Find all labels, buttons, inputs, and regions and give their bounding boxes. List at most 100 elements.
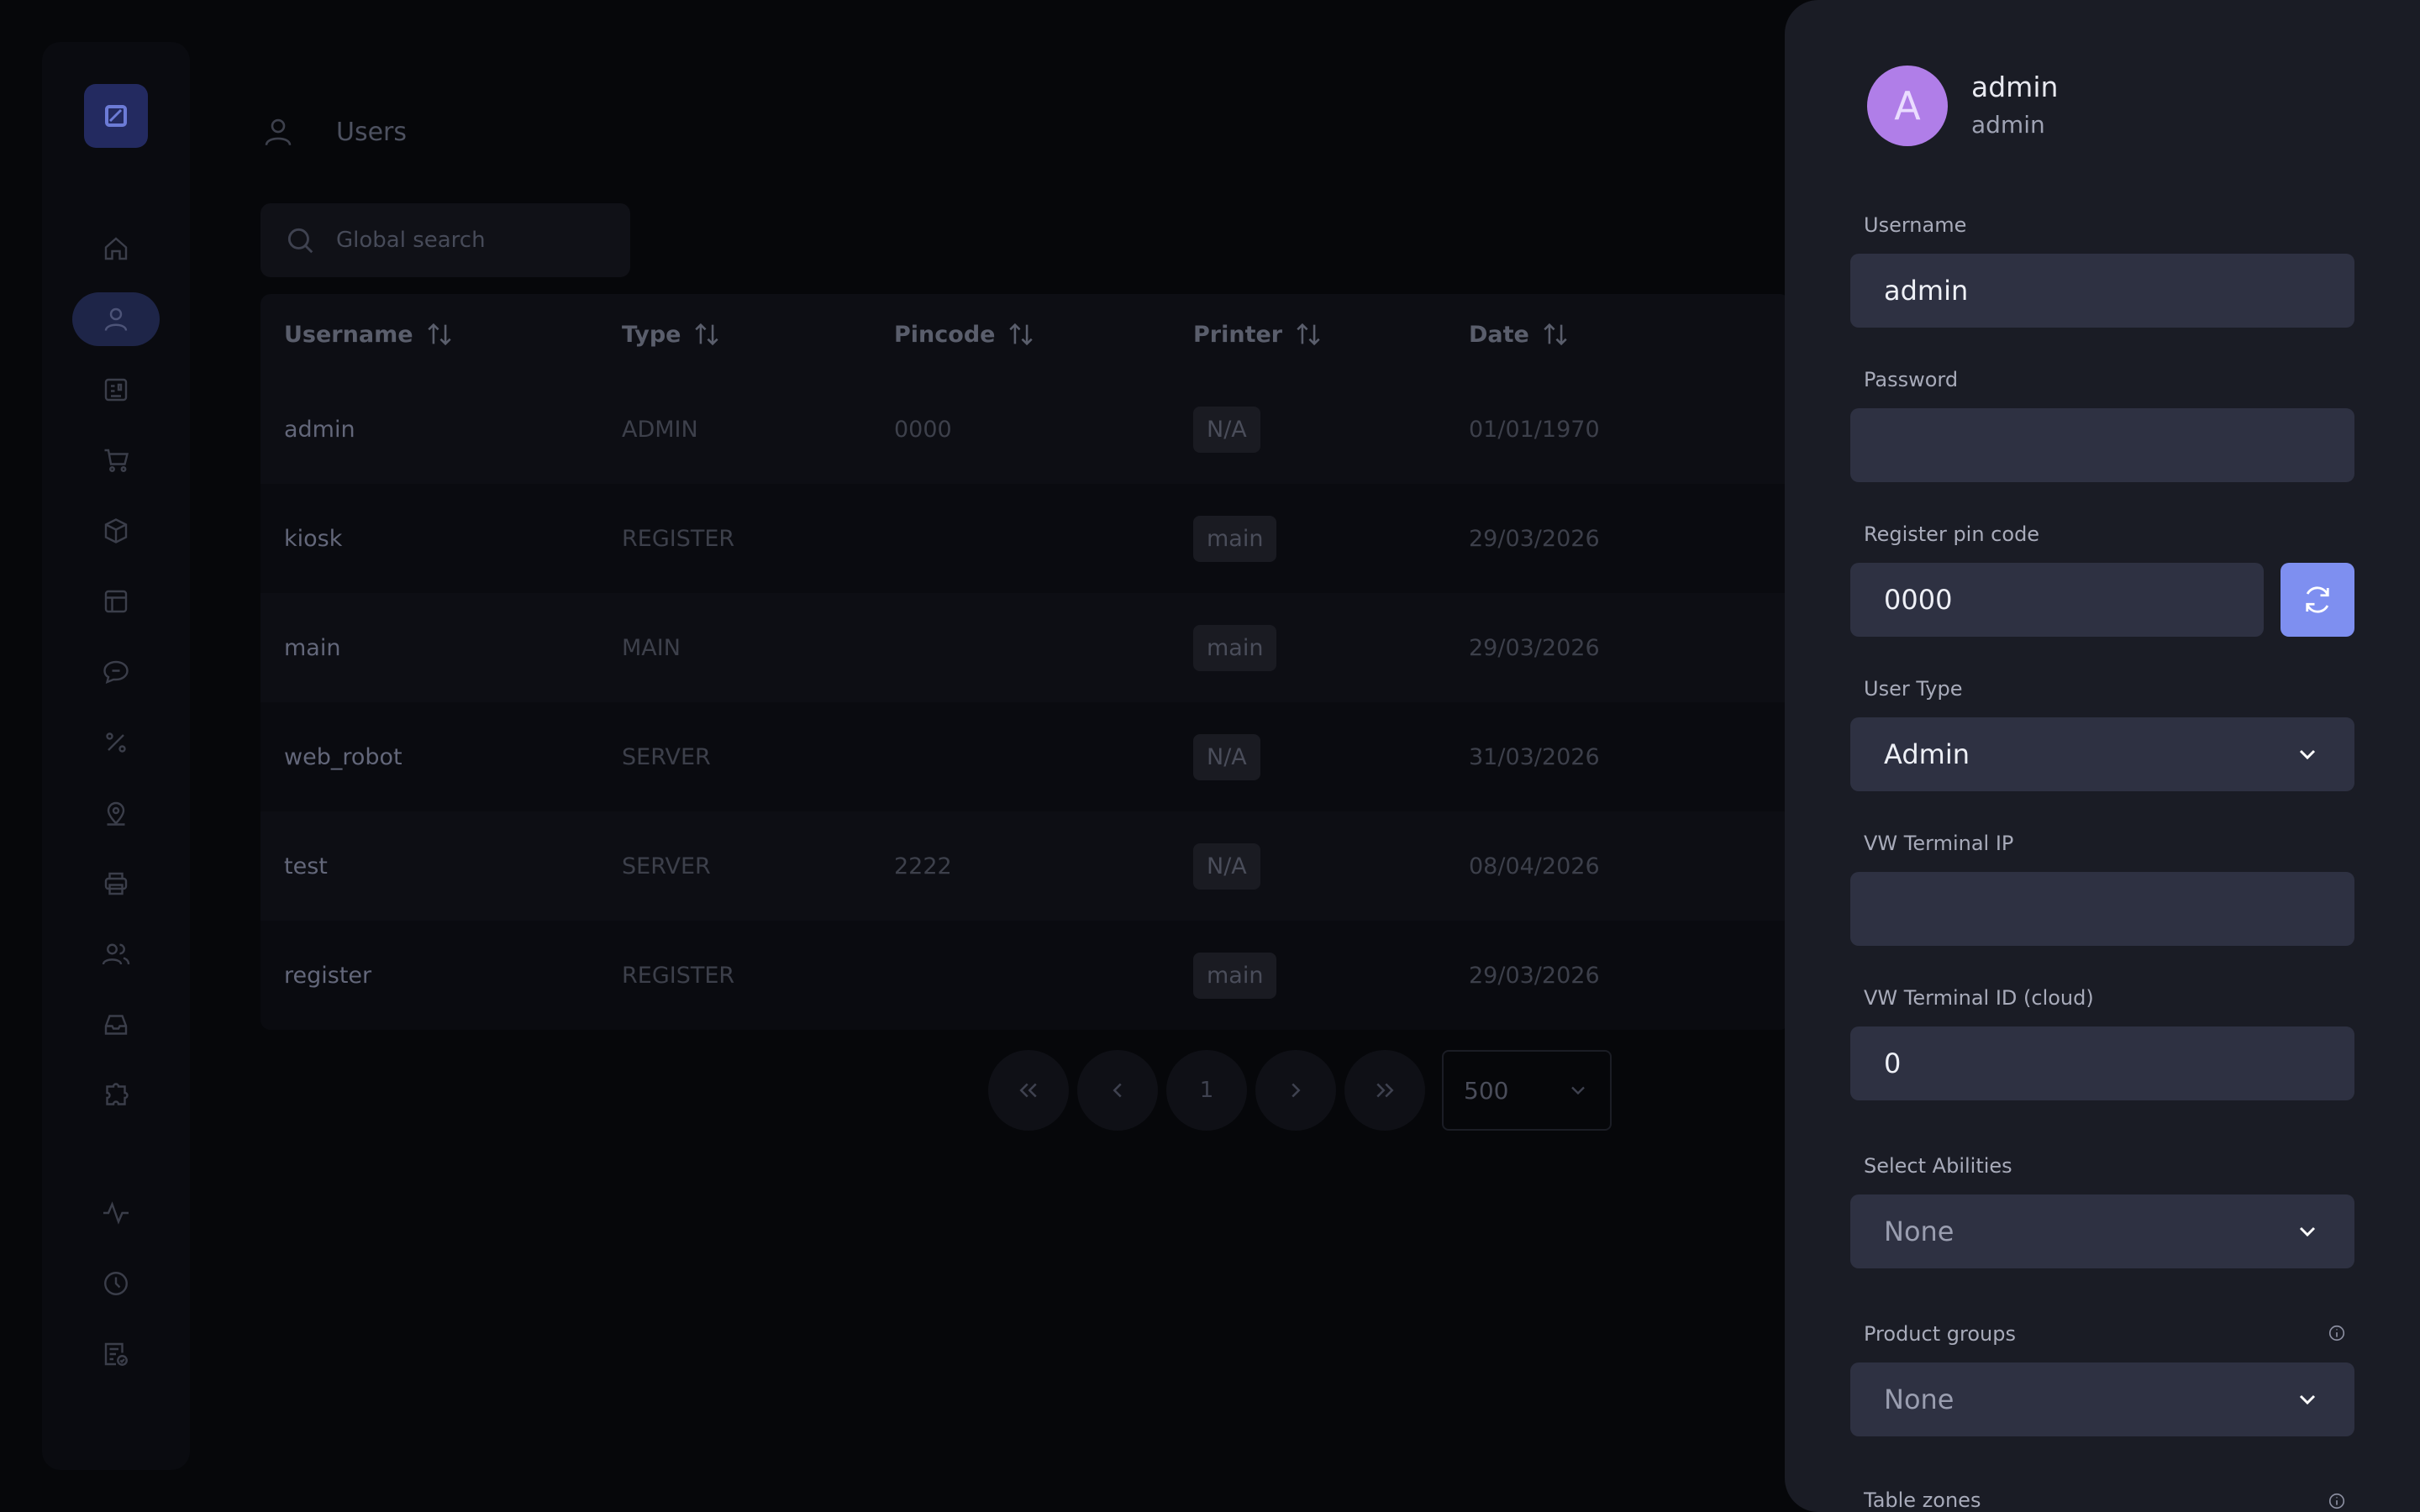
page-size-select[interactable]: 500	[1442, 1050, 1612, 1131]
sidebar-item-cart[interactable]	[72, 433, 160, 487]
cell-printer: main	[1193, 484, 1277, 593]
puzzle-icon	[106, 1083, 129, 1105]
sidebar-item-customers[interactable]	[72, 927, 160, 981]
column-header-username[interactable]: Username	[284, 294, 454, 375]
column-header-type[interactable]: Type	[622, 294, 721, 375]
sidebar-item-messages[interactable]	[72, 645, 160, 699]
prev-page-button[interactable]	[1077, 1050, 1158, 1131]
page-number-button[interactable]: 1	[1166, 1050, 1247, 1131]
user-type-label: User Type	[1864, 677, 1963, 701]
search-input[interactable]	[336, 228, 605, 253]
cell-username: register	[284, 962, 372, 989]
last-page-button[interactable]	[1344, 1050, 1425, 1131]
printer-badge: main	[1193, 624, 1277, 671]
sidebar-item-users[interactable]	[72, 292, 160, 346]
chevron-down-icon	[2299, 749, 2316, 760]
table-row[interactable]: kiosk REGISTER main 29/03/2026	[260, 484, 1790, 593]
table-row[interactable]: test SERVER 2222 N/A 08/04/2026	[260, 811, 1790, 921]
table-row[interactable]: admin ADMIN 0000 N/A 01/01/1970	[260, 375, 1790, 484]
cell-date: 29/03/2026	[1469, 962, 1600, 989]
cell-date: 29/03/2026	[1469, 634, 1600, 661]
printer-badge: main	[1193, 952, 1277, 999]
sidebar-item-activity[interactable]	[72, 1186, 160, 1240]
cell-printer: main	[1193, 593, 1277, 702]
percent-icon	[106, 732, 126, 753]
vw-terminal-ip-field[interactable]	[1850, 872, 2354, 946]
sidebar-item-inbox[interactable]	[72, 998, 160, 1052]
abilities-select[interactable]: None	[1850, 1194, 2354, 1268]
global-search[interactable]	[260, 203, 630, 277]
drawer-user-name: admin	[1971, 71, 2059, 103]
printer-badge: N/A	[1193, 733, 1260, 780]
pin-field[interactable]: 0000	[1850, 563, 2264, 637]
sidebar-item-locations[interactable]	[72, 786, 160, 840]
table-row[interactable]: register REGISTER main 29/03/2026	[260, 921, 1790, 1030]
printer-badge: main	[1193, 515, 1277, 562]
table-header: Username Type Pincode Printer Date	[260, 294, 1790, 375]
vw-terminal-ip-label: VW Terminal IP	[1864, 832, 2014, 855]
regenerate-pin-button[interactable]	[2281, 563, 2354, 637]
page-size-value: 500	[1464, 1076, 1509, 1105]
sidebar-item-reports[interactable]	[72, 1327, 160, 1381]
list-icon	[104, 378, 128, 402]
vw-terminal-id-field[interactable]: 0	[1850, 1026, 2354, 1100]
user-icon	[104, 307, 128, 331]
home-icon	[104, 237, 128, 260]
column-label: Pincode	[894, 321, 996, 348]
activity-icon	[103, 1201, 129, 1225]
info-icon[interactable]	[2328, 1492, 2346, 1510]
app-logo[interactable]	[84, 84, 148, 148]
sidebar-item-products[interactable]	[72, 504, 160, 558]
product-groups-select[interactable]: None	[1850, 1362, 2354, 1436]
password-label: Password	[1864, 368, 1959, 391]
first-page-button[interactable]	[988, 1050, 1069, 1131]
sidebar-item-discounts[interactable]	[72, 716, 160, 769]
sidebar-item-home[interactable]	[72, 222, 160, 276]
map-pin-icon	[107, 801, 125, 826]
logo-icon	[105, 105, 127, 127]
cell-type: SERVER	[622, 743, 711, 770]
pin-label: Register pin code	[1864, 522, 2040, 546]
clock-icon	[104, 1272, 128, 1295]
table-zones-label: Table zones	[1864, 1488, 1981, 1512]
user-type-select[interactable]: Admin	[1850, 717, 2354, 791]
chevron-left-icon	[1113, 1083, 1122, 1098]
printer-badge: N/A	[1193, 406, 1260, 453]
column-header-date[interactable]: Date	[1469, 294, 1570, 375]
info-icon[interactable]	[2328, 1324, 2346, 1342]
sort-icon	[1297, 323, 1320, 346]
column-header-printer[interactable]: Printer	[1193, 294, 1323, 375]
cell-date: 29/03/2026	[1469, 525, 1600, 552]
avatar: A	[1867, 66, 1948, 146]
column-label: Date	[1469, 321, 1529, 348]
refresh-icon	[2306, 586, 2329, 613]
user-type-value: Admin	[1884, 738, 1970, 770]
next-page-button[interactable]	[1255, 1050, 1336, 1131]
cell-printer: main	[1193, 921, 1277, 1030]
sidebar-item-tables[interactable]	[72, 575, 160, 628]
sidebar-item-integrations[interactable]	[72, 1068, 160, 1122]
cell-username: main	[284, 634, 341, 661]
chevron-right-icon	[1292, 1083, 1301, 1098]
sidebar-item-printers[interactable]	[72, 857, 160, 911]
table-row[interactable]: main MAIN main 29/03/2026	[260, 593, 1790, 702]
column-label: Username	[284, 321, 413, 348]
abilities-label: Select Abilities	[1864, 1154, 2012, 1178]
username-label: Username	[1864, 213, 1967, 237]
sort-icon	[427, 323, 451, 346]
drawer-user-role: admin	[1971, 111, 2045, 139]
sidebar-item-orders[interactable]	[72, 363, 160, 417]
column-header-pincode[interactable]: Pincode	[894, 294, 1035, 375]
sidebar-item-history[interactable]	[72, 1257, 160, 1310]
chevrons-right-icon	[1376, 1083, 1394, 1098]
product-groups-value: None	[1884, 1383, 1954, 1415]
printer-icon	[104, 872, 128, 895]
sort-icon	[695, 323, 719, 346]
column-label: Printer	[1193, 321, 1283, 348]
username-field[interactable]: admin	[1850, 254, 2354, 328]
checklist-icon	[104, 1342, 128, 1366]
cell-type: ADMIN	[622, 416, 698, 443]
table-row[interactable]: web_robot SERVER N/A 31/03/2026	[260, 702, 1790, 811]
password-field[interactable]	[1850, 408, 2354, 482]
vw-terminal-id-label: VW Terminal ID (cloud)	[1864, 986, 2094, 1010]
